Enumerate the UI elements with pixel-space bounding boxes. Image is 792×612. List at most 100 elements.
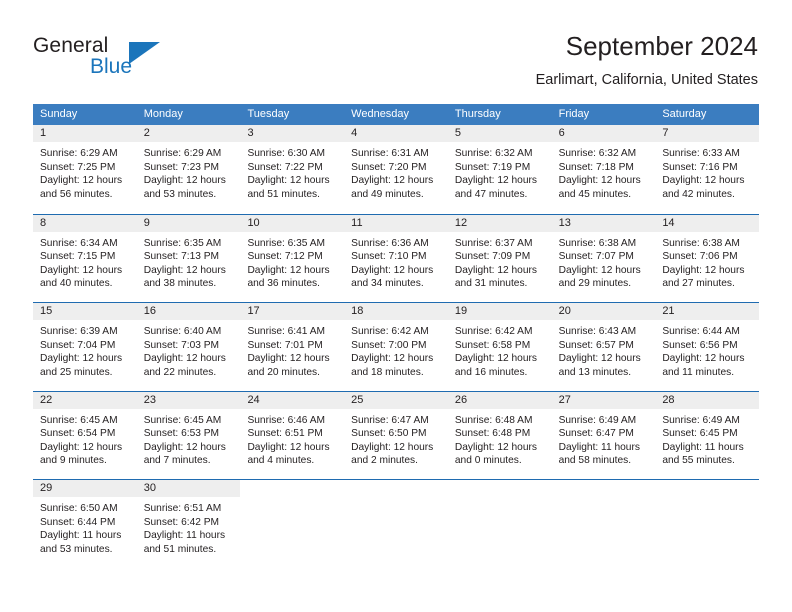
sunset-text: Sunset: 7:25 PM bbox=[40, 161, 116, 173]
day-details: Sunrise: 6:38 AM Sunset: 7:06 PM Daylight:… bbox=[655, 232, 759, 291]
day-number: 15 bbox=[33, 303, 137, 320]
day-cell[interactable]: 17 Sunrise: 6:41 AM Sunset: 7:01 PM Dayligh… bbox=[240, 303, 345, 391]
sunset-text: Sunset: 6:50 PM bbox=[351, 428, 427, 440]
day-cell[interactable]: 12 Sunrise: 6:37 AM Sunset: 7:09 PM Dayligh… bbox=[447, 214, 552, 302]
page-subtitle: Earlimart, California, United States bbox=[535, 72, 758, 88]
day-cell[interactable]: 27 Sunrise: 6:49 AM Sunset: 6:47 PM Dayligh… bbox=[551, 391, 656, 479]
daylight-text: Daylight: 12 hours and 56 minutes. bbox=[40, 175, 123, 200]
day-cell[interactable]: 23 Sunrise: 6:45 AM Sunset: 6:53 PM Dayligh… bbox=[136, 391, 241, 479]
daylight-text: Daylight: 12 hours and 49 minutes. bbox=[351, 175, 434, 200]
day-cell[interactable]: 20 Sunrise: 6:43 AM Sunset: 6:57 PM Dayligh… bbox=[551, 303, 656, 391]
calendar-week-row: 22 Sunrise: 6:45 AM Sunset: 6:54 PM Dayligh… bbox=[33, 390, 760, 479]
day-cell[interactable]: 5 Sunrise: 6:32 AM Sunset: 7:19 PM Daylight… bbox=[447, 125, 552, 214]
sunrise-text: Sunrise: 6:43 AM bbox=[558, 326, 637, 337]
day-cell[interactable]: 7 Sunrise: 6:33 AM Sunset: 7:16 PM Daylight… bbox=[655, 125, 760, 214]
day-details: Sunrise: 6:29 AM Sunset: 7:25 PM Daylight:… bbox=[33, 142, 137, 201]
day-cell[interactable]: 2 Sunrise: 6:29 AM Sunset: 7:23 PM Daylight… bbox=[136, 125, 241, 214]
daylight-text: Daylight: 11 hours and 51 minutes. bbox=[143, 530, 226, 555]
sunrise-text: Sunrise: 6:51 AM bbox=[143, 503, 222, 514]
day-cell[interactable]: 28 Sunrise: 6:49 AM Sunset: 6:45 PM Dayligh… bbox=[655, 391, 760, 479]
daylight-text: Daylight: 12 hours and 16 minutes. bbox=[454, 353, 537, 378]
sunset-text: Sunset: 7:19 PM bbox=[454, 161, 531, 173]
day-cell[interactable]: 30 Sunrise: 6:51 AM Sunset: 6:42 PM Dayligh… bbox=[136, 480, 241, 568]
day-number: 17 bbox=[240, 303, 345, 320]
day-cell[interactable]: 10 Sunrise: 6:35 AM Sunset: 7:12 PM Dayligh… bbox=[240, 214, 345, 302]
daylight-text: Daylight: 11 hours and 58 minutes. bbox=[558, 441, 640, 467]
day-number: 16 bbox=[136, 303, 241, 320]
sunset-text: Sunset: 7:18 PM bbox=[558, 161, 634, 173]
day-cell[interactable]: 8 Sunrise: 6:34 AM Sunset: 7:15 PM Daylight… bbox=[33, 214, 137, 302]
day-details: Sunrise: 6:45 AM Sunset: 6:53 PM Daylight:… bbox=[137, 409, 241, 468]
sunset-text: Sunset: 6:51 PM bbox=[247, 428, 323, 440]
day-cell[interactable]: 16 Sunrise: 6:40 AM Sunset: 7:03 PM Dayligh… bbox=[136, 303, 241, 391]
day-details: Sunrise: 6:33 AM Sunset: 7:16 PM Daylight:… bbox=[655, 142, 759, 201]
daylight-text: Daylight: 12 hours and 27 minutes. bbox=[662, 264, 745, 290]
day-cell[interactable]: 26 Sunrise: 6:48 AM Sunset: 6:48 PM Dayligh… bbox=[447, 391, 552, 479]
day-details: Sunrise: 6:35 AM Sunset: 7:12 PM Daylight:… bbox=[240, 232, 344, 291]
sunrise-text: Sunrise: 6:48 AM bbox=[454, 414, 533, 426]
day-cell[interactable]: 19 Sunrise: 6:42 AM Sunset: 6:58 PM Dayligh… bbox=[447, 303, 552, 391]
day-cell[interactable]: 3 Sunrise: 6:30 AM Sunset: 7:22 PM Daylight… bbox=[240, 125, 345, 214]
sunset-text: Sunset: 6:57 PM bbox=[558, 339, 634, 351]
daylight-text: Daylight: 12 hours and 0 minutes. bbox=[454, 441, 537, 467]
day-cell[interactable]: 14 Sunrise: 6:38 AM Sunset: 7:06 PM Dayligh… bbox=[655, 214, 760, 302]
day-number bbox=[240, 480, 345, 497]
calendar-week-row: 1 Sunrise: 6:29 AM Sunset: 7:25 PM Daylight… bbox=[33, 125, 760, 214]
daylight-text: Daylight: 12 hours and 40 minutes. bbox=[40, 264, 123, 290]
day-details: Sunrise: 6:29 AM Sunset: 7:23 PM Daylight:… bbox=[137, 142, 241, 201]
weekday-header-sunday: Sunday bbox=[40, 108, 78, 120]
daylight-text: Daylight: 11 hours and 55 minutes. bbox=[662, 441, 744, 467]
sunrise-text: Sunrise: 6:31 AM bbox=[351, 148, 429, 159]
day-details: Sunrise: 6:35 AM Sunset: 7:13 PM Daylight:… bbox=[137, 232, 241, 291]
sunset-text: Sunset: 6:48 PM bbox=[454, 428, 531, 440]
day-details: Sunrise: 6:32 AM Sunset: 7:18 PM Daylight:… bbox=[552, 142, 656, 201]
day-cell[interactable]: 24 Sunrise: 6:46 AM Sunset: 6:51 PM Dayligh… bbox=[240, 391, 345, 479]
sunrise-text: Sunrise: 6:45 AM bbox=[40, 414, 118, 426]
day-number: 29 bbox=[33, 480, 137, 497]
sunset-text: Sunset: 6:58 PM bbox=[454, 339, 531, 351]
sunset-text: Sunset: 6:56 PM bbox=[662, 339, 738, 351]
day-number: 24 bbox=[240, 391, 345, 409]
day-cell[interactable]: 1 Sunrise: 6:29 AM Sunset: 7:25 PM Daylight… bbox=[33, 125, 137, 214]
sunrise-text: Sunrise: 6:29 AM bbox=[143, 148, 222, 159]
day-cell[interactable]: 6 Sunrise: 6:32 AM Sunset: 7:18 PM Daylight… bbox=[551, 125, 656, 214]
day-number: 19 bbox=[447, 303, 552, 320]
calendar-page: General Blue September 2024 Earlimart, C… bbox=[0, 0, 792, 612]
day-details: Sunrise: 6:37 AM Sunset: 7:09 PM Daylight:… bbox=[448, 232, 552, 291]
day-number: 23 bbox=[136, 391, 241, 409]
sunrise-text: Sunrise: 6:46 AM bbox=[247, 414, 326, 426]
daylight-text: Daylight: 12 hours and 13 minutes. bbox=[558, 353, 641, 378]
day-cell[interactable]: 9 Sunrise: 6:35 AM Sunset: 7:13 PM Daylight… bbox=[136, 214, 241, 302]
sunrise-text: Sunrise: 6:42 AM bbox=[454, 326, 533, 337]
day-cell[interactable]: 11 Sunrise: 6:36 AM Sunset: 7:10 PM Dayligh… bbox=[344, 214, 448, 302]
day-cell-empty bbox=[240, 480, 345, 568]
day-cell-empty bbox=[447, 480, 552, 568]
daylight-text: Daylight: 12 hours and 22 minutes. bbox=[143, 353, 226, 378]
day-number: 1 bbox=[33, 125, 137, 142]
day-cell[interactable]: 29 Sunrise: 6:50 AM Sunset: 6:44 PM Dayligh… bbox=[33, 480, 137, 568]
day-details: Sunrise: 6:48 AM Sunset: 6:48 PM Daylight:… bbox=[448, 409, 552, 468]
weekday-header-row: Sunday Monday Tuesday Wednesday Thursday Frid… bbox=[33, 104, 759, 125]
sunrise-text: Sunrise: 6:49 AM bbox=[558, 414, 637, 426]
day-cell[interactable]: 21 Sunrise: 6:44 AM Sunset: 6:56 PM Dayligh… bbox=[655, 303, 760, 391]
sunrise-text: Sunrise: 6:34 AM bbox=[40, 237, 118, 249]
day-number bbox=[655, 480, 760, 497]
daylight-text: Daylight: 12 hours and 18 minutes. bbox=[351, 353, 434, 378]
sunrise-text: Sunrise: 6:35 AM bbox=[143, 237, 222, 249]
day-details: Sunrise: 6:36 AM Sunset: 7:10 PM Daylight:… bbox=[344, 232, 448, 291]
day-cell[interactable]: 22 Sunrise: 6:45 AM Sunset: 6:54 PM Dayligh… bbox=[33, 391, 137, 479]
day-number: 2 bbox=[136, 125, 241, 142]
day-details: Sunrise: 6:34 AM Sunset: 7:15 PM Daylight:… bbox=[33, 232, 137, 291]
day-details: Sunrise: 6:46 AM Sunset: 6:51 PM Daylight:… bbox=[240, 409, 344, 468]
day-number: 27 bbox=[551, 391, 656, 409]
sunset-text: Sunset: 6:53 PM bbox=[143, 428, 220, 440]
day-cell[interactable]: 13 Sunrise: 6:38 AM Sunset: 7:07 PM Dayligh… bbox=[551, 214, 656, 302]
day-details: Sunrise: 6:44 AM Sunset: 6:56 PM Daylight:… bbox=[655, 320, 759, 379]
day-cell[interactable]: 25 Sunrise: 6:47 AM Sunset: 6:50 PM Dayligh… bbox=[344, 391, 448, 479]
sunset-text: Sunset: 7:00 PM bbox=[351, 339, 427, 351]
day-cell[interactable]: 18 Sunrise: 6:42 AM Sunset: 7:00 PM Dayligh… bbox=[344, 303, 448, 391]
day-cell[interactable]: 4 Sunrise: 6:31 AM Sunset: 7:20 PM Daylight… bbox=[344, 125, 448, 214]
day-cell[interactable]: 15 Sunrise: 6:39 AM Sunset: 7:04 PM Dayligh… bbox=[33, 303, 137, 391]
daylight-text: Daylight: 12 hours and 20 minutes. bbox=[247, 353, 330, 378]
sunrise-text: Sunrise: 6:38 AM bbox=[558, 237, 637, 249]
